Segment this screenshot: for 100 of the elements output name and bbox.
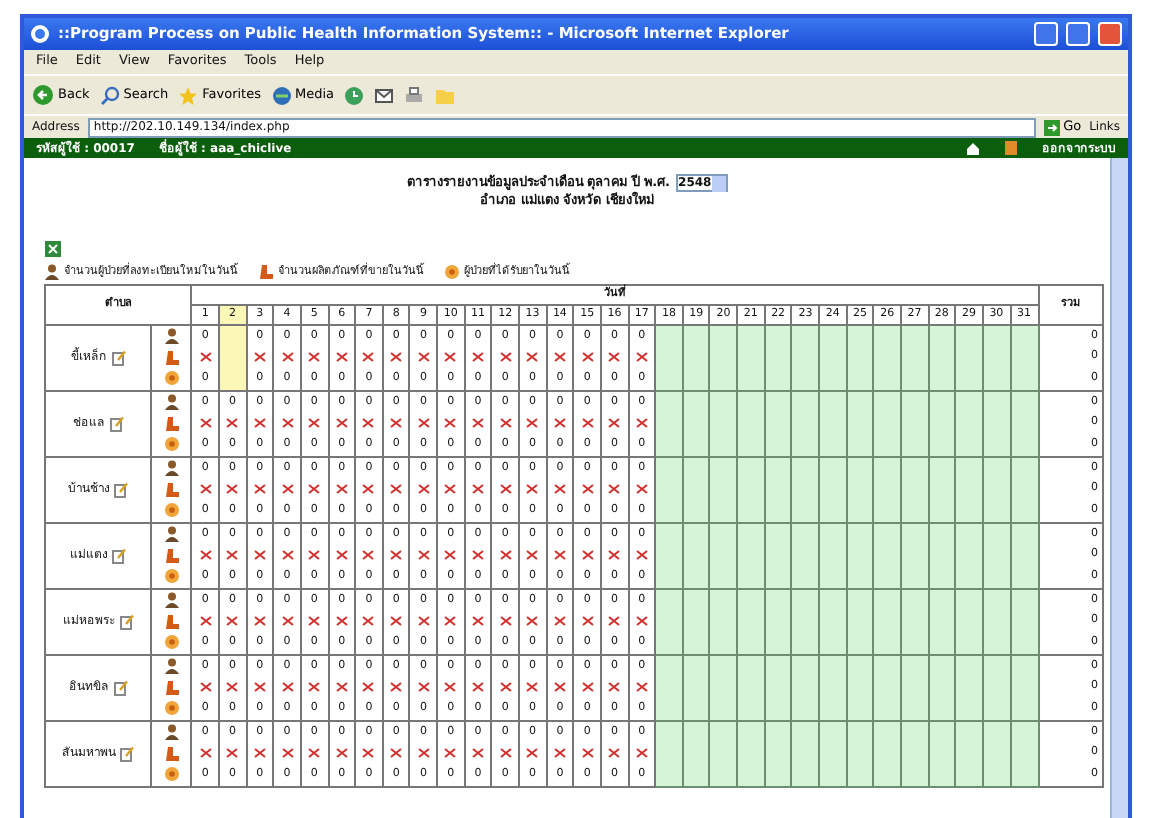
boot-icon[interactable] xyxy=(163,745,180,762)
x-icon[interactable] xyxy=(472,616,485,627)
x-icon[interactable] xyxy=(226,748,239,759)
flower-icon[interactable] xyxy=(163,568,180,585)
x-icon[interactable] xyxy=(581,682,594,693)
x-icon[interactable] xyxy=(199,418,212,429)
edit-icon[interactable] xyxy=(111,349,126,366)
x-icon[interactable] xyxy=(499,550,512,561)
x-icon[interactable] xyxy=(308,352,321,363)
mail-icon[interactable] xyxy=(374,85,395,105)
x-icon[interactable] xyxy=(390,616,403,627)
x-icon[interactable] xyxy=(362,616,375,627)
x-icon[interactable] xyxy=(390,484,403,495)
x-icon[interactable] xyxy=(390,418,403,429)
x-icon[interactable] xyxy=(390,748,403,759)
x-icon[interactable] xyxy=(199,682,212,693)
x-icon[interactable] xyxy=(390,352,403,363)
maximize-button[interactable] xyxy=(1066,22,1090,46)
x-icon[interactable] xyxy=(635,616,648,627)
x-icon[interactable] xyxy=(308,682,321,693)
x-icon[interactable] xyxy=(635,352,648,363)
flower-icon[interactable] xyxy=(163,700,180,717)
x-icon[interactable] xyxy=(308,418,321,429)
x-icon[interactable] xyxy=(472,682,485,693)
flower-icon[interactable] xyxy=(444,263,460,280)
person-icon[interactable] xyxy=(163,526,180,543)
x-icon[interactable] xyxy=(308,748,321,759)
x-icon[interactable] xyxy=(444,550,457,561)
print-icon[interactable] xyxy=(404,85,425,105)
x-icon[interactable] xyxy=(472,352,485,363)
flower-icon[interactable] xyxy=(163,436,180,453)
x-icon[interactable] xyxy=(281,484,294,495)
x-icon[interactable] xyxy=(335,616,348,627)
x-icon[interactable] xyxy=(253,484,266,495)
x-icon[interactable] xyxy=(444,616,457,627)
x-icon[interactable] xyxy=(253,418,266,429)
x-icon[interactable] xyxy=(526,682,539,693)
history-icon[interactable] xyxy=(344,85,365,105)
x-icon[interactable] xyxy=(226,418,239,429)
x-icon[interactable] xyxy=(499,682,512,693)
flower-icon[interactable] xyxy=(163,766,180,783)
minimize-button[interactable] xyxy=(1034,22,1058,46)
x-icon[interactable] xyxy=(362,682,375,693)
door-icon[interactable] xyxy=(1004,140,1018,156)
x-icon[interactable] xyxy=(444,418,457,429)
close-button[interactable] xyxy=(1098,22,1122,46)
x-icon[interactable] xyxy=(635,682,648,693)
x-icon[interactable] xyxy=(335,418,348,429)
x-icon[interactable] xyxy=(553,418,566,429)
x-icon[interactable] xyxy=(444,748,457,759)
flower-icon[interactable] xyxy=(163,634,180,651)
x-icon[interactable] xyxy=(335,484,348,495)
x-icon[interactable] xyxy=(281,550,294,561)
edit-icon[interactable] xyxy=(119,613,134,630)
x-icon[interactable] xyxy=(253,682,266,693)
x-icon[interactable] xyxy=(635,418,648,429)
x-icon[interactable] xyxy=(553,550,566,561)
x-icon[interactable] xyxy=(472,418,485,429)
x-icon[interactable] xyxy=(608,484,621,495)
person-icon[interactable] xyxy=(163,394,180,411)
flower-icon[interactable] xyxy=(163,370,180,387)
x-icon[interactable] xyxy=(362,484,375,495)
x-icon[interactable] xyxy=(417,352,430,363)
person-icon[interactable] xyxy=(44,263,60,280)
person-icon[interactable] xyxy=(163,592,180,609)
x-icon[interactable] xyxy=(526,418,539,429)
boot-icon[interactable] xyxy=(163,613,180,630)
x-icon[interactable] xyxy=(308,484,321,495)
x-icon[interactable] xyxy=(199,352,212,363)
x-icon[interactable] xyxy=(472,484,485,495)
x-icon[interactable] xyxy=(553,352,566,363)
x-icon[interactable] xyxy=(308,550,321,561)
x-icon[interactable] xyxy=(553,682,566,693)
x-icon[interactable] xyxy=(581,616,594,627)
edit-icon[interactable] xyxy=(120,745,135,762)
x-icon[interactable] xyxy=(335,550,348,561)
x-icon[interactable] xyxy=(635,484,648,495)
boot-icon[interactable] xyxy=(163,481,180,498)
x-icon[interactable] xyxy=(226,484,239,495)
x-icon[interactable] xyxy=(635,748,648,759)
boot-icon[interactable] xyxy=(163,415,180,432)
x-icon[interactable] xyxy=(417,484,430,495)
x-icon[interactable] xyxy=(499,418,512,429)
x-icon[interactable] xyxy=(199,484,212,495)
x-icon[interactable] xyxy=(635,550,648,561)
edit-icon[interactable] xyxy=(109,415,124,432)
person-icon[interactable] xyxy=(163,658,180,675)
x-icon[interactable] xyxy=(608,418,621,429)
x-icon[interactable] xyxy=(417,616,430,627)
x-icon[interactable] xyxy=(608,616,621,627)
x-icon[interactable] xyxy=(499,484,512,495)
x-icon[interactable] xyxy=(335,748,348,759)
x-icon[interactable] xyxy=(581,352,594,363)
x-icon[interactable] xyxy=(199,616,212,627)
x-icon[interactable] xyxy=(417,550,430,561)
x-icon[interactable] xyxy=(581,748,594,759)
x-icon[interactable] xyxy=(526,616,539,627)
x-icon[interactable] xyxy=(553,616,566,627)
x-icon[interactable] xyxy=(253,550,266,561)
boot-icon[interactable] xyxy=(163,679,180,696)
